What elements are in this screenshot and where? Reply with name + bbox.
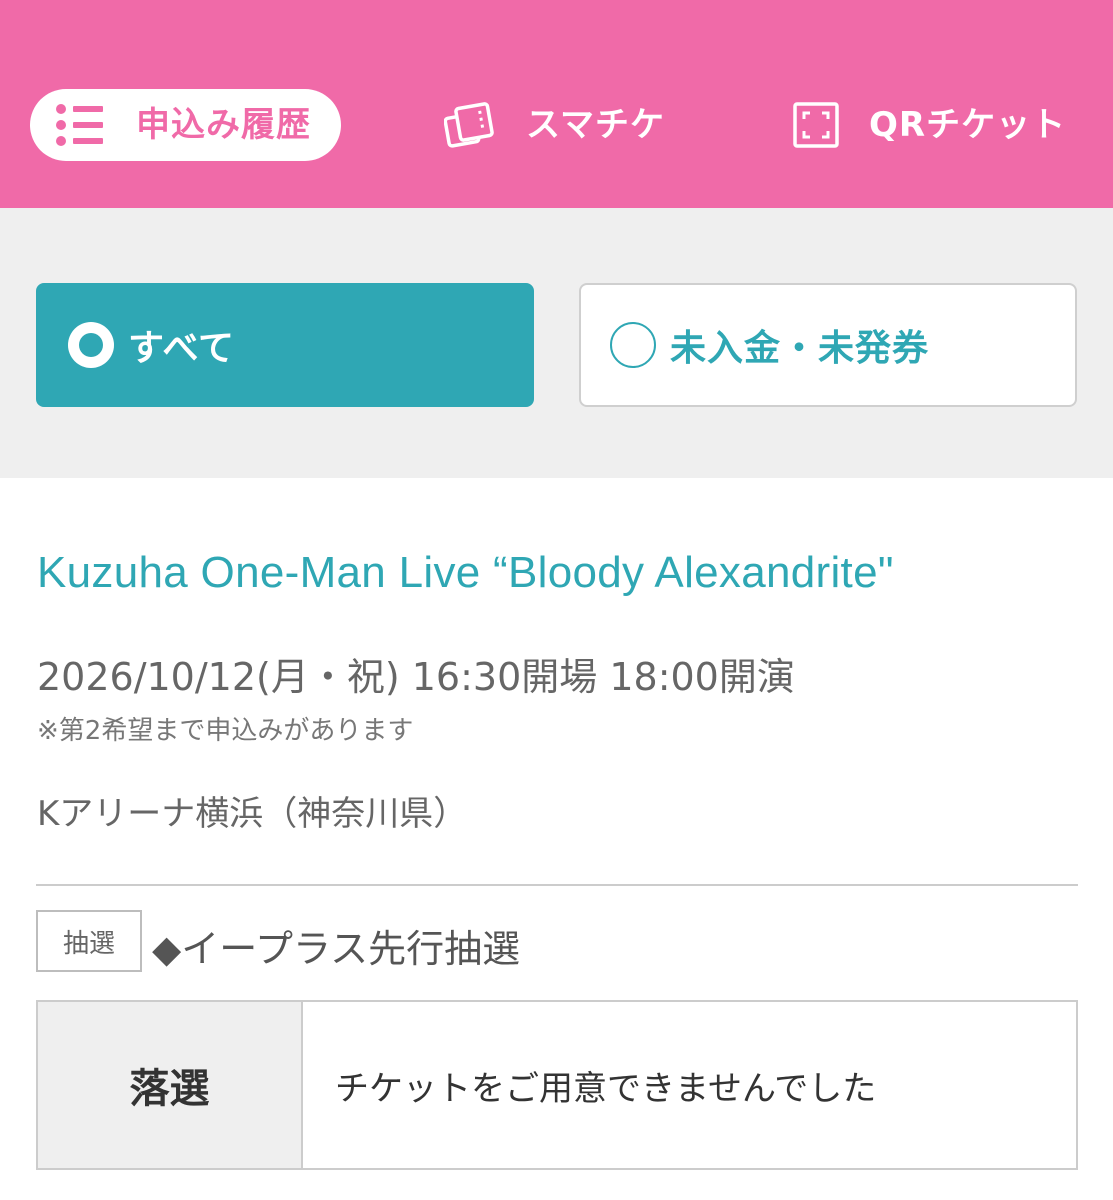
result-table: 落選 チケットをご用意できませんでした — [36, 1000, 1078, 1170]
tab-smart-ticket-label: スマチケ — [526, 105, 665, 145]
list-icon — [56, 104, 103, 146]
filter-unpaid-label: 未入金・未発券 — [670, 328, 930, 369]
application-detail: Kuzuha One-Man Live “Bloody Alexandrite"… — [0, 478, 1113, 1200]
lottery-badge: 抽選 — [36, 910, 142, 972]
qr-scan-icon — [793, 102, 839, 148]
top-navigation: 申込み履歴 スマチケ QRチケット — [0, 0, 1113, 208]
divider — [36, 884, 1078, 886]
filter-all-button[interactable]: すべて — [36, 283, 534, 407]
tab-qr-ticket[interactable]: QRチケット — [793, 89, 1066, 161]
event-title[interactable]: Kuzuha One-Man Live “Bloody Alexandrite" — [37, 548, 894, 598]
event-note: ※第2希望まで申込みがあります — [37, 716, 414, 746]
filter-all-label: すべて — [128, 328, 236, 369]
lottery-name: ◆イープラス先行抽選 — [152, 927, 521, 971]
filter-area: すべて 未入金・未発券 — [0, 208, 1113, 478]
event-datetime: 2026/10/12(月・祝) 16:30開場 18:00開演 — [37, 655, 795, 699]
tab-qr-ticket-label: QRチケット — [869, 105, 1067, 145]
tab-application-history[interactable]: 申込み履歴 — [30, 89, 341, 161]
result-message: チケットをご用意できませんでした — [335, 1068, 877, 1109]
tab-application-history-label: 申込み履歴 — [136, 105, 311, 145]
ticket-icon — [444, 102, 494, 148]
event-venue: Kアリーナ横浜（神奈川県） — [37, 794, 468, 834]
radio-checked-icon — [68, 322, 114, 368]
result-status: 落選 — [38, 1002, 303, 1168]
filter-unpaid-button[interactable]: 未入金・未発券 — [579, 283, 1077, 407]
radio-unchecked-icon — [610, 322, 656, 368]
tab-smart-ticket[interactable]: スマチケ — [444, 89, 665, 161]
